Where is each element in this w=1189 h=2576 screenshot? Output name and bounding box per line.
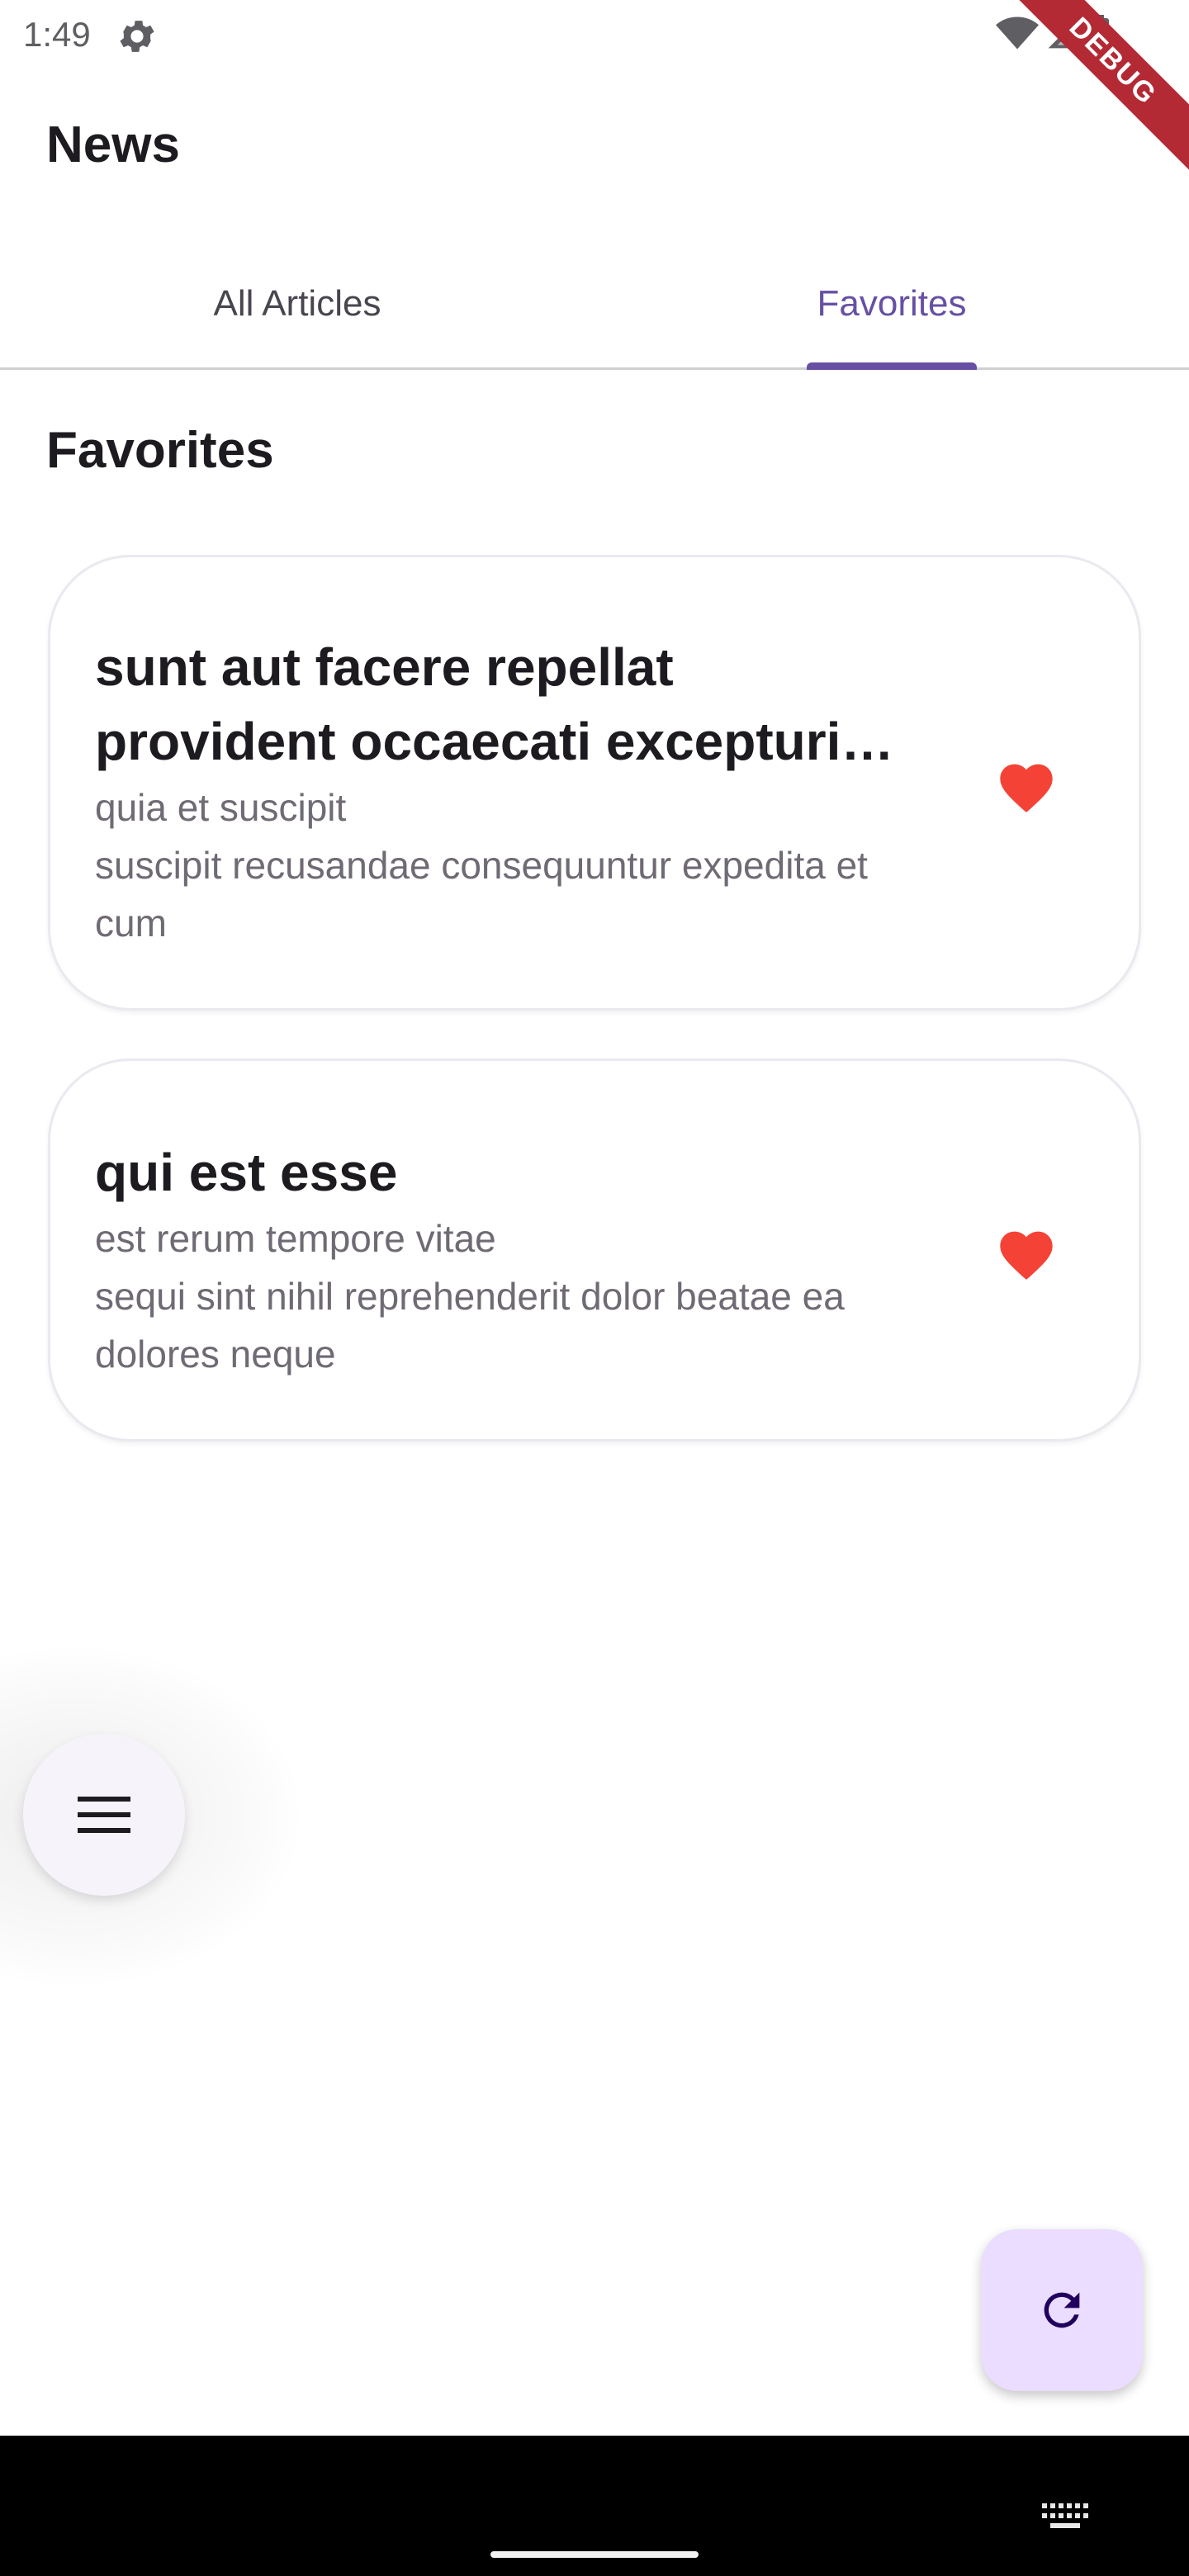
article-title: sunt aut facere repellat provident occae…: [95, 637, 841, 771]
screen: 1:49 DEBUG News All Articles Favorites F…: [0, 0, 1189, 2576]
refresh-button[interactable]: [981, 2229, 1143, 2391]
heart-icon: [1000, 1231, 1053, 1280]
app-title: News: [46, 116, 180, 173]
tab-all-articles[interactable]: All Articles: [0, 239, 594, 367]
article-body: quia et suscipit suscipit recusandae con…: [95, 786, 868, 945]
status-time: 1:49: [23, 15, 91, 54]
section-title: Favorites: [46, 422, 274, 479]
favorite-button[interactable]: [993, 752, 1059, 818]
tab-all-articles-label: All Articles: [213, 282, 381, 324]
settings-icon: [120, 21, 154, 52]
article-text: qui est esse est rerum tempore vitae seq…: [95, 1135, 921, 1383]
tab-favorites[interactable]: Favorites: [594, 239, 1189, 370]
keyboard-icon[interactable]: [1042, 2503, 1088, 2533]
status-bar: 1:49 DEBUG: [0, 0, 1189, 178]
heart-icon: [1000, 764, 1053, 812]
home-handle[interactable]: [490, 2551, 699, 2558]
menu-icon: [78, 1797, 130, 1833]
article-card[interactable]: qui est esse est rerum tempore vitae seq…: [48, 1058, 1141, 1442]
article-body: est rerum tempore vitae sequi sint nihil…: [95, 1217, 845, 1376]
article-card[interactable]: sunt aut facere repellat provident occae…: [48, 555, 1141, 1011]
article-text: sunt aut facere repellat provident occae…: [95, 630, 921, 952]
wifi-icon: [996, 17, 1039, 50]
refresh-icon: [1044, 2292, 1080, 2328]
menu-button[interactable]: [23, 1734, 185, 1896]
system-nav-bar: [0, 2436, 1189, 2576]
favorite-button[interactable]: [993, 1219, 1059, 1286]
tab-favorites-label: Favorites: [817, 282, 967, 324]
article-title: qui est esse: [95, 1143, 398, 1202]
tab-bar: All Articles Favorites: [0, 239, 1189, 370]
tab-indicator: [807, 362, 977, 370]
